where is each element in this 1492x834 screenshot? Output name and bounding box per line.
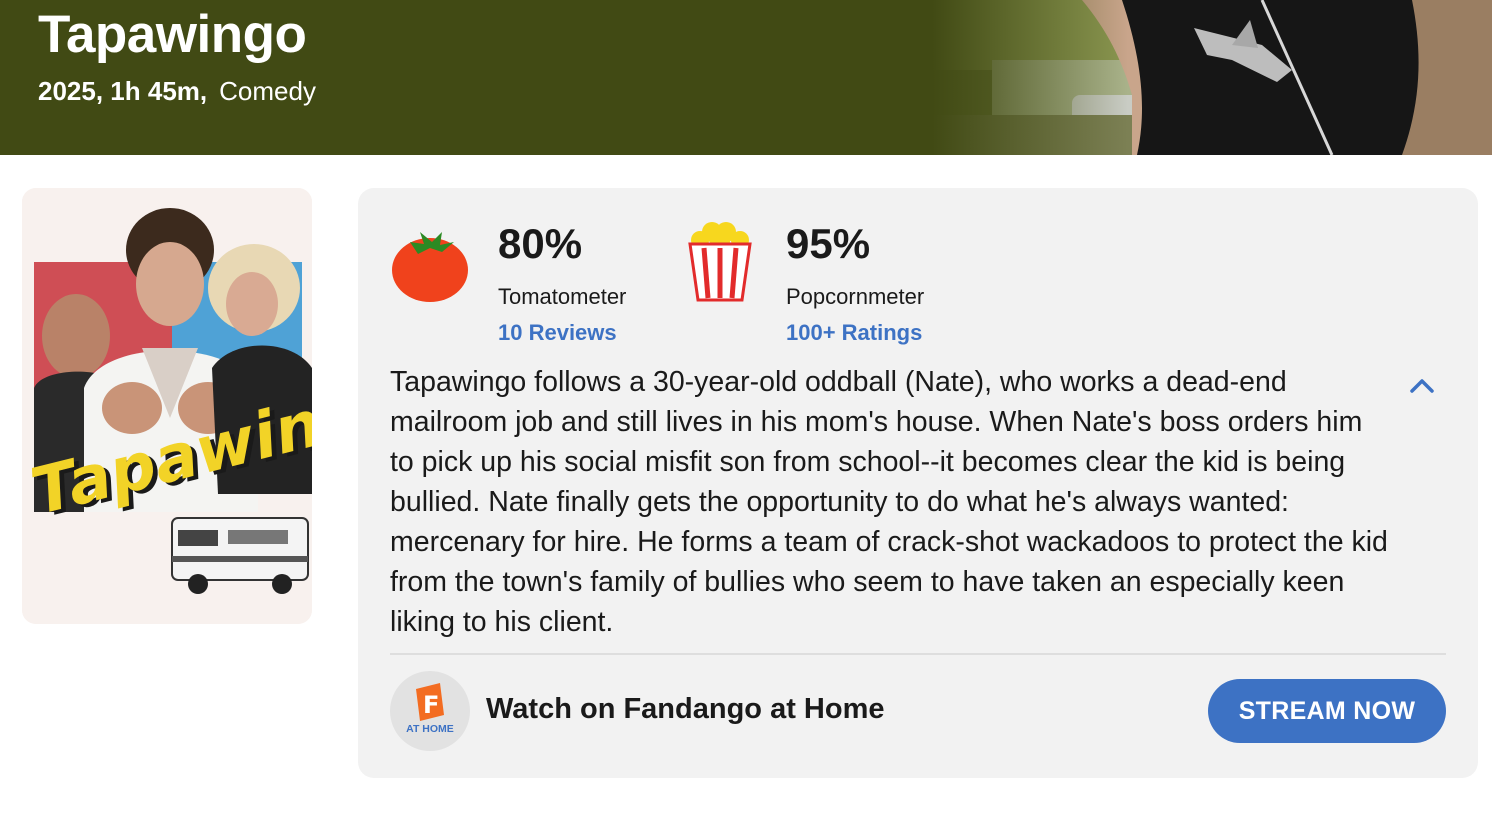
stream-now-button[interactable]: STREAM NOW: [1208, 679, 1446, 743]
info-panel: 80% Tomatometer 10 Reviews 95% Popcornme…: [358, 188, 1478, 778]
chevron-up-icon[interactable]: [1408, 372, 1436, 400]
fandango-logo-subtext: AT HOME: [406, 723, 454, 735]
popcornmeter-label: Popcornmeter: [786, 284, 925, 309]
tomatometer-label: Tomatometer: [498, 284, 627, 309]
popcornmeter-value: 95%: [786, 220, 871, 267]
movie-title: Tapawingo: [38, 5, 307, 64]
ratings-link[interactable]: 100+ Ratings: [786, 320, 922, 346]
movie-poster[interactable]: Tapawingo Tapawingo: [22, 188, 312, 624]
movie-meta: 2025, 1h 45m, Comedy: [38, 76, 316, 107]
divider: [390, 653, 1446, 655]
hero-backdrop-image: [932, 0, 1492, 155]
synopsis-text: Tapawingo follows a 30-year-old oddball …: [390, 366, 1388, 638]
popcorn-icon: [688, 222, 752, 302]
reviews-link[interactable]: 10 Reviews: [498, 320, 617, 346]
hero-banner: Tapawingo 2025, 1h 45m, Comedy: [0, 0, 1492, 155]
poster-artwork: Tapawingo Tapawingo: [22, 188, 312, 624]
genre: Comedy: [219, 76, 316, 106]
year-runtime: 2025, 1h 45m,: [38, 76, 208, 106]
popcornmeter-score: 95% Popcornmeter 100+ Ratings: [688, 220, 948, 350]
fandango-logo-letter: F: [423, 691, 439, 719]
tomato-icon: [392, 232, 468, 302]
tomatometer-score: 80% Tomatometer 10 Reviews: [390, 220, 650, 350]
tomatometer-value: 80%: [498, 220, 583, 267]
fandango-at-home-icon[interactable]: F AT HOME: [390, 671, 470, 751]
watch-on-label: Watch on Fandango at Home: [486, 693, 885, 725]
